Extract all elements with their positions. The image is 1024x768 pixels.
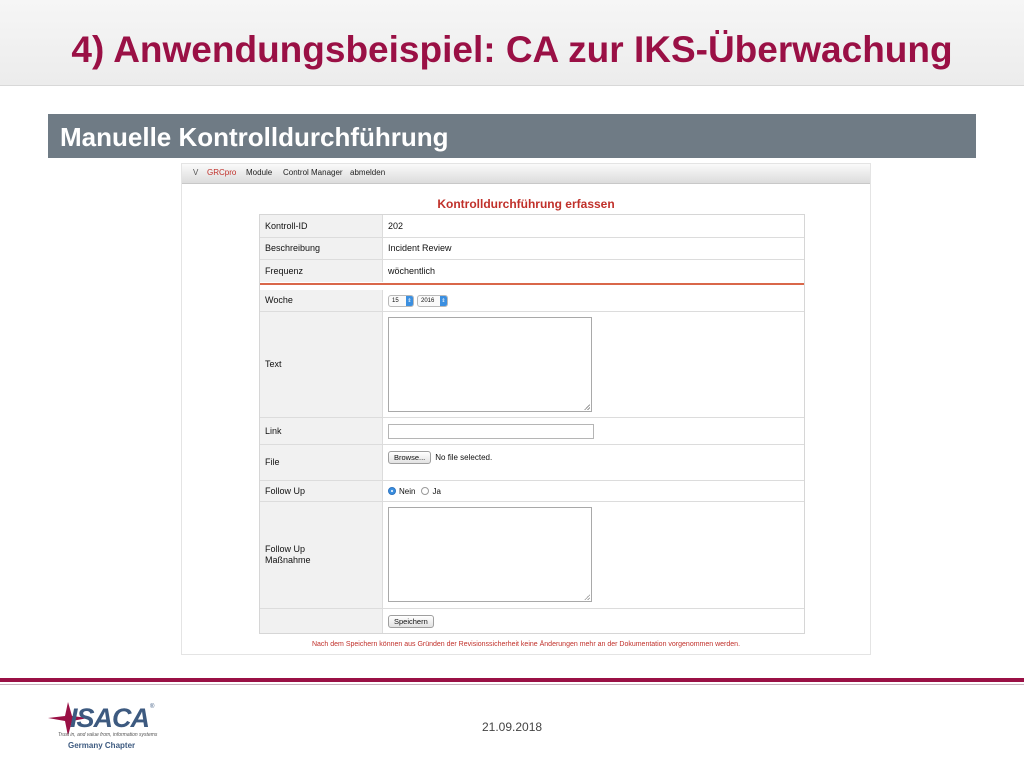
- footer-rule: [0, 678, 1024, 682]
- chevron-down-icon: ⇕: [440, 295, 447, 306]
- title-band: 4) Anwendungsbeispiel: CA zur IKS-Überwa…: [0, 0, 1024, 86]
- row-woche: Woche 15 ⇕ 2016 ⇕: [260, 290, 804, 312]
- resize-grip-icon[interactable]: [584, 594, 590, 600]
- save-button[interactable]: Speichern: [388, 614, 434, 628]
- info-row-frequenz: Frequenz wöchentlich: [260, 260, 804, 282]
- section-bar: Manuelle Kontrolldurchführung: [48, 114, 976, 158]
- week-select-value: 15: [392, 297, 399, 304]
- save-row-value: Speichern: [384, 609, 804, 633]
- woche-value: 15 ⇕ 2016 ⇕: [384, 290, 804, 311]
- nav-item-module[interactable]: Module: [246, 168, 272, 178]
- info-label: Frequenz: [260, 260, 383, 282]
- link-input[interactable]: [388, 423, 594, 439]
- nav-brand-link[interactable]: GRCpro: [207, 168, 236, 178]
- nav-version-marker[interactable]: V: [193, 168, 198, 178]
- row-file: File Browse... No file selected.: [260, 445, 804, 481]
- radio-ja-label[interactable]: Ja: [432, 486, 440, 497]
- radio-nein[interactable]: [388, 487, 396, 495]
- logo-wordmark: ISACA: [70, 703, 150, 733]
- text-textarea[interactable]: [388, 317, 592, 412]
- nav-item-logout[interactable]: abmelden: [350, 168, 385, 178]
- file-value: Browse... No file selected.: [384, 445, 804, 480]
- text-value: [384, 312, 804, 417]
- info-value: 202: [388, 220, 404, 231]
- isaca-logo: ISACA ® Trust in, and value from, inform…: [46, 700, 176, 756]
- browse-button[interactable]: Browse...: [388, 451, 432, 464]
- form-heading: Kontrolldurchführung erfassen: [437, 197, 615, 211]
- row-follow-up: Follow Up Nein Ja: [260, 481, 804, 502]
- file-label: File: [260, 445, 383, 480]
- row-save: Speichern: [260, 609, 804, 633]
- app-navbar: V GRCpro Module Control Manager abmelden: [182, 164, 870, 184]
- year-select-value: 2016: [421, 297, 435, 304]
- section-divider: [260, 283, 804, 285]
- info-value: Incident Review: [388, 243, 452, 253]
- woche-label: Woche: [260, 290, 383, 311]
- nav-item-control-manager[interactable]: Control Manager: [283, 168, 343, 178]
- chevron-down-icon: ⇕: [406, 295, 413, 306]
- slide: 4) Anwendungsbeispiel: CA zur IKS-Überwa…: [0, 0, 1024, 768]
- followup-measure-textarea[interactable]: [388, 507, 592, 602]
- slide-date: 21.09.2018: [482, 720, 543, 734]
- text-label: Text: [260, 312, 383, 417]
- followup-measure-label-line1: Follow Up: [265, 544, 306, 554]
- resize-grip-icon[interactable]: [584, 404, 590, 410]
- row-link: Link: [260, 418, 804, 445]
- radio-ja[interactable]: [421, 487, 430, 495]
- save-row-empty-label: [260, 609, 383, 633]
- no-file-text: No file selected.: [435, 453, 493, 462]
- followup-measure-label: Follow Up Maßnahme: [260, 502, 383, 608]
- control-form: Kontroll-ID 202 Beschreibung Incident Re…: [259, 214, 805, 634]
- info-label: Beschreibung: [260, 238, 383, 259]
- followup-measure-value: [384, 502, 804, 608]
- save-warning-note: Nach dem Speichern können aus Gründen de…: [311, 641, 741, 648]
- row-text: Text: [260, 312, 804, 418]
- app-screenshot: V GRCpro Module Control Manager abmelden…: [181, 163, 871, 655]
- footer-rule-thin: [0, 684, 1024, 685]
- slide-title: 4) Anwendungsbeispiel: CA zur IKS-Überwa…: [71, 29, 953, 70]
- followup-label: Follow Up: [260, 481, 383, 501]
- info-row-kontroll-id: Kontroll-ID 202: [260, 215, 804, 238]
- logo-chapter: Germany Chapter: [68, 741, 136, 750]
- radio-nein-label[interactable]: Nein: [399, 486, 415, 497]
- info-value: wöchentlich: [388, 265, 436, 276]
- followup-value: Nein Ja: [384, 481, 804, 501]
- section-title: Manuelle Kontrolldurchführung: [60, 122, 449, 152]
- week-select[interactable]: 15 ⇕: [388, 294, 414, 307]
- year-select[interactable]: 2016 ⇕: [417, 294, 448, 307]
- registered-mark-icon: ®: [150, 704, 155, 710]
- info-row-beschreibung: Beschreibung Incident Review: [260, 238, 804, 260]
- link-value: [384, 418, 804, 444]
- logo-tagline: Trust in, and value from, information sy…: [58, 732, 158, 738]
- info-label: Kontroll-ID: [260, 215, 383, 237]
- followup-measure-label-line2: Maßnahme: [265, 555, 311, 565]
- row-follow-up-massnahme: Follow Up Maßnahme: [260, 502, 804, 609]
- link-label: Link: [260, 418, 383, 444]
